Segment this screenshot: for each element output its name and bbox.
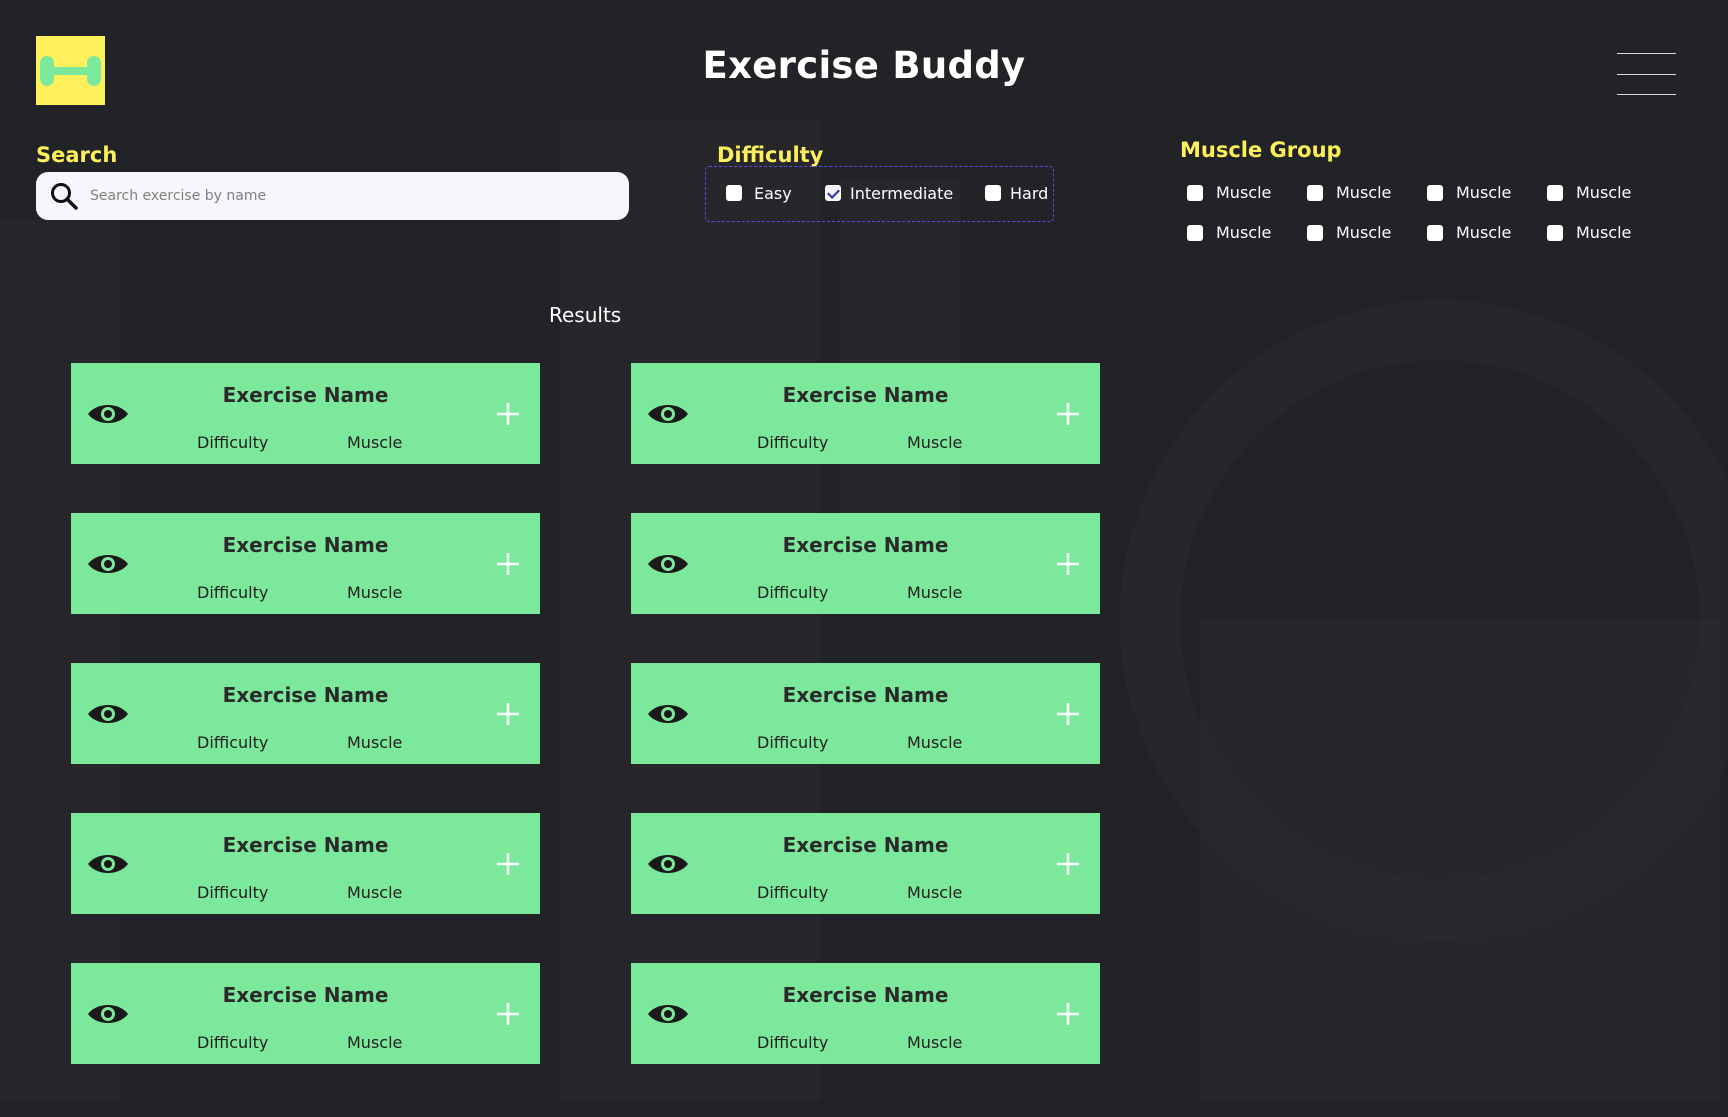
hamburger-menu-button[interactable] [1617,53,1676,96]
exercise-card[interactable]: Exercise Name Difficulty Muscle [71,963,540,1064]
muscle-label-3[interactable]: Muscle [1456,183,1511,202]
exercise-difficulty: Difficulty [757,733,829,752]
muscle-checkbox-3[interactable] [1427,185,1443,201]
hamburger-menu-icon [1617,53,1676,54]
exercise-difficulty: Difficulty [197,733,269,752]
plus-icon[interactable] [1057,703,1079,725]
exercise-card[interactable]: Exercise Name Difficulty Muscle [631,663,1100,764]
exercise-muscle: Muscle [907,883,963,902]
muscle-label-2[interactable]: Muscle [1336,183,1391,202]
muscle-label-6[interactable]: Muscle [1336,223,1391,242]
exercise-difficulty: Difficulty [757,1033,829,1052]
exercise-card[interactable]: Exercise Name Difficulty Muscle [631,813,1100,914]
muscle-checkbox-2[interactable] [1307,185,1323,201]
exercise-name: Exercise Name [782,383,949,407]
exercise-name: Exercise Name [782,683,949,707]
search-box[interactable] [36,172,629,220]
search-input[interactable] [86,172,614,220]
muscle-label-7[interactable]: Muscle [1456,223,1511,242]
exercise-difficulty: Difficulty [197,583,269,602]
muscle-checkbox-4[interactable] [1547,185,1563,201]
exercise-name: Exercise Name [222,533,389,557]
exercise-card[interactable]: Exercise Name Difficulty Muscle [631,513,1100,614]
difficulty-easy-checkbox[interactable] [726,185,742,201]
plus-icon[interactable] [1057,1003,1079,1025]
muscle-label-1[interactable]: Muscle [1216,183,1271,202]
muscle-checkbox-7[interactable] [1427,225,1443,241]
exercise-name: Exercise Name [782,533,949,557]
difficulty-hard-checkbox[interactable] [985,185,1001,201]
results-heading: Results [549,303,622,327]
muscle-checkbox-1[interactable] [1187,185,1203,201]
difficulty-hard-label[interactable]: Hard [1010,184,1048,203]
plus-icon[interactable] [497,1003,519,1025]
exercise-difficulty: Difficulty [757,583,829,602]
exercise-muscle: Muscle [347,583,403,602]
muscle-label-5[interactable]: Muscle [1216,223,1271,242]
muscle-label-8[interactable]: Muscle [1576,223,1631,242]
exercise-name: Exercise Name [782,833,949,857]
exercise-muscle: Muscle [907,733,963,752]
exercise-difficulty: Difficulty [197,883,269,902]
muscle-group-label: Muscle Group [1180,138,1342,162]
plus-icon[interactable] [1057,553,1079,575]
exercise-difficulty: Difficulty [197,433,269,452]
exercise-muscle: Muscle [347,883,403,902]
difficulty-intermediate-checkbox[interactable] [825,185,841,201]
exercise-muscle: Muscle [347,733,403,752]
exercise-card[interactable]: Exercise Name Difficulty Muscle [71,813,540,914]
plus-icon[interactable] [497,553,519,575]
exercise-muscle: Muscle [907,433,963,452]
exercise-name: Exercise Name [222,833,389,857]
muscle-checkbox-8[interactable] [1547,225,1563,241]
plus-icon[interactable] [497,703,519,725]
exercise-muscle: Muscle [347,433,403,452]
exercise-name: Exercise Name [782,983,949,1007]
exercise-difficulty: Difficulty [757,433,829,452]
exercise-difficulty: Difficulty [197,1033,269,1052]
exercise-card[interactable]: Exercise Name Difficulty Muscle [631,963,1100,1064]
difficulty-easy-label[interactable]: Easy [754,184,792,203]
hamburger-line [1617,74,1676,75]
plus-icon[interactable] [1057,403,1079,425]
plus-icon[interactable] [497,403,519,425]
plus-icon[interactable] [1057,853,1079,875]
difficulty-label: Difficulty [717,143,824,167]
exercise-name: Exercise Name [222,383,389,407]
search-icon [51,183,78,210]
search-label: Search [36,143,118,167]
exercise-card[interactable]: Exercise Name Difficulty Muscle [71,513,540,614]
exercise-muscle: Muscle [347,1033,403,1052]
muscle-label-4[interactable]: Muscle [1576,183,1631,202]
exercise-card[interactable]: Exercise Name Difficulty Muscle [71,663,540,764]
exercise-difficulty: Difficulty [757,883,829,902]
difficulty-filter-group: Easy Intermediate Hard [705,166,1054,222]
exercise-name: Exercise Name [222,683,389,707]
app-title: Exercise Buddy [702,44,1026,87]
plus-icon[interactable] [497,853,519,875]
exercise-card[interactable]: Exercise Name Difficulty Muscle [71,363,540,464]
hamburger-line [1617,94,1676,95]
muscle-checkbox-6[interactable] [1307,225,1323,241]
exercise-name: Exercise Name [222,983,389,1007]
difficulty-intermediate-label[interactable]: Intermediate [850,184,953,203]
exercise-muscle: Muscle [907,1033,963,1052]
exercise-card[interactable]: Exercise Name Difficulty Muscle [631,363,1100,464]
muscle-checkbox-5[interactable] [1187,225,1203,241]
exercise-muscle: Muscle [907,583,963,602]
